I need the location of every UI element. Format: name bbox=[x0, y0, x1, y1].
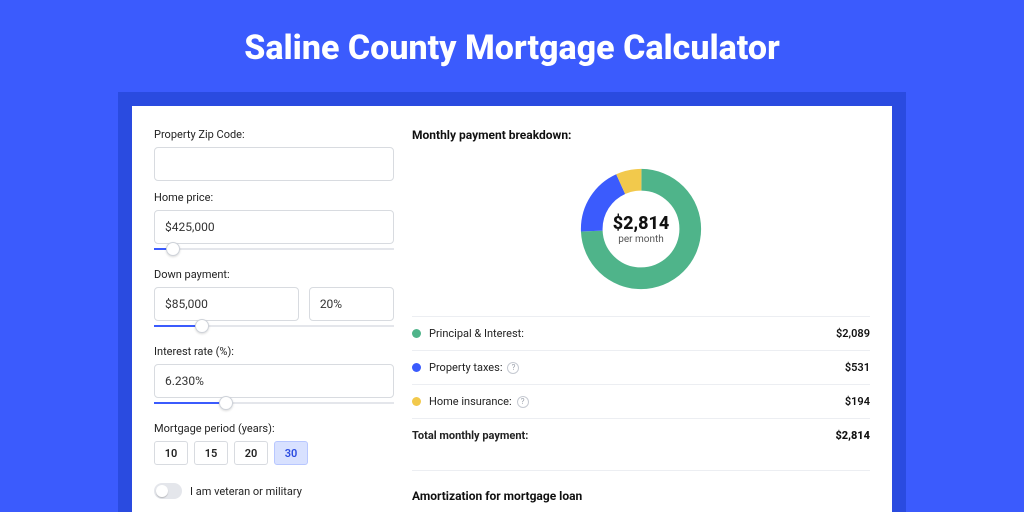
period-options: 10 15 20 30 bbox=[154, 441, 394, 465]
period-15[interactable]: 15 bbox=[194, 441, 228, 465]
period-label: Mortgage period (years): bbox=[154, 422, 394, 435]
legend-row-total: Total monthly payment: $2,814 bbox=[412, 419, 870, 452]
rate-group: Interest rate (%): bbox=[154, 345, 394, 410]
rate-label: Interest rate (%): bbox=[154, 345, 394, 358]
total-label: Total monthly payment: bbox=[412, 429, 528, 442]
veteran-label: I am veteran or military bbox=[190, 485, 302, 498]
legend-value: $2,089 bbox=[836, 327, 870, 340]
price-input[interactable] bbox=[154, 210, 394, 244]
donut-amount: $2,814 bbox=[613, 213, 670, 234]
page-root: Saline County Mortgage Calculator Proper… bbox=[0, 0, 1024, 512]
zip-group: Property Zip Code: bbox=[154, 128, 394, 181]
donut-sub: per month bbox=[613, 234, 670, 245]
veteran-toggle[interactable] bbox=[154, 483, 182, 499]
price-label: Home price: bbox=[154, 191, 394, 204]
dot-icon bbox=[412, 397, 421, 406]
price-group: Home price: bbox=[154, 191, 394, 256]
page-title: Saline County Mortgage Calculator bbox=[0, 0, 1024, 92]
dot-icon bbox=[412, 329, 421, 338]
legend: Principal & Interest: $2,089 Property ta… bbox=[412, 316, 870, 452]
legend-label: Home insurance: bbox=[429, 395, 512, 408]
breakdown-heading: Monthly payment breakdown: bbox=[412, 128, 870, 142]
donut-center: $2,814 per month bbox=[613, 213, 670, 245]
period-10[interactable]: 10 bbox=[154, 441, 188, 465]
veteran-row: I am veteran or military bbox=[154, 483, 394, 499]
down-pct-input[interactable] bbox=[309, 287, 394, 321]
donut-chart: $2,814 per month bbox=[412, 154, 870, 304]
zip-label: Property Zip Code: bbox=[154, 128, 394, 141]
price-slider[interactable] bbox=[154, 242, 394, 256]
amort-heading: Amortization for mortgage loan bbox=[412, 470, 870, 503]
legend-row-principal: Principal & Interest: $2,089 bbox=[412, 317, 870, 351]
down-slider[interactable] bbox=[154, 319, 394, 333]
breakdown-column: Monthly payment breakdown: $2,814 per mo… bbox=[412, 128, 870, 512]
period-30[interactable]: 30 bbox=[274, 441, 308, 465]
legend-row-tax: Property taxes: ? $531 bbox=[412, 351, 870, 385]
legend-value: $194 bbox=[845, 395, 870, 408]
period-group: Mortgage period (years): 10 15 20 30 bbox=[154, 422, 394, 465]
legend-value: $531 bbox=[845, 361, 870, 374]
down-label: Down payment: bbox=[154, 268, 394, 281]
total-value: $2,814 bbox=[835, 429, 870, 442]
info-icon[interactable]: ? bbox=[517, 396, 529, 408]
legend-label: Property taxes: bbox=[429, 361, 502, 374]
dot-icon bbox=[412, 363, 421, 372]
legend-label: Principal & Interest: bbox=[429, 327, 524, 340]
rate-slider[interactable] bbox=[154, 396, 394, 410]
down-amount-input[interactable] bbox=[154, 287, 299, 321]
form-column: Property Zip Code: Home price: Down paym… bbox=[154, 128, 394, 512]
legend-row-insurance: Home insurance: ? $194 bbox=[412, 385, 870, 419]
zip-input[interactable] bbox=[154, 147, 394, 181]
rate-input[interactable] bbox=[154, 364, 394, 398]
panel-outer: Property Zip Code: Home price: Down paym… bbox=[118, 92, 906, 512]
calculator-panel: Property Zip Code: Home price: Down paym… bbox=[132, 106, 892, 512]
period-20[interactable]: 20 bbox=[234, 441, 268, 465]
down-group: Down payment: bbox=[154, 268, 394, 333]
info-icon[interactable]: ? bbox=[507, 362, 519, 374]
